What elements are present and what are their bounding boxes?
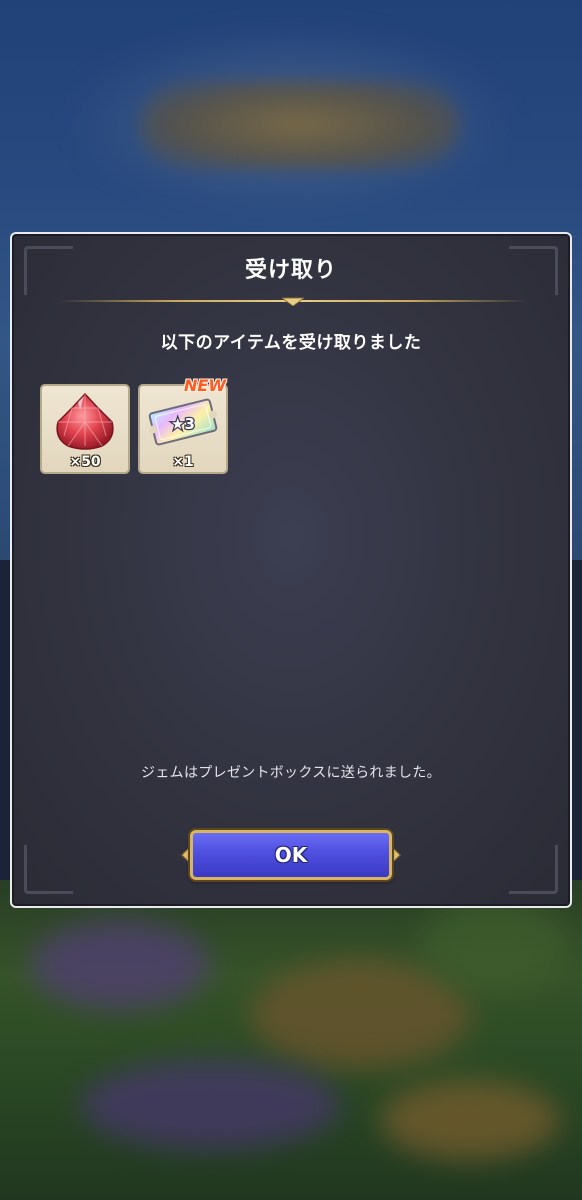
delivery-notice: ジェムはプレゼントボックスに送られました。: [141, 765, 441, 781]
item-quantity: ×50: [69, 454, 101, 470]
dialog-subtitle: 以下のアイテムを受け取りました: [160, 333, 422, 353]
star-ticket-icon: ★3: [148, 398, 218, 446]
corner-ornament: [509, 845, 558, 894]
divider-ornament-icon: [282, 297, 304, 306]
reward-item-list: ×50 ★3 NEW ×1: [40, 376, 228, 474]
reward-item-ticket[interactable]: ★3 NEW ×1: [138, 376, 228, 474]
gem-icon: [56, 392, 114, 450]
reward-dialog: 受け取り 以下のアイテムを受け取りました ×50 ★3 NEW ×1 ジェムはプ…: [10, 232, 572, 908]
ok-button[interactable]: OK: [181, 828, 401, 884]
ok-button-face[interactable]: OK: [190, 830, 392, 880]
title-divider: [58, 296, 528, 306]
dialog-title: 受け取り: [244, 258, 337, 283]
new-badge: NEW: [184, 376, 226, 395]
ticket-star-label: ★3: [171, 415, 195, 433]
ok-button-label: OK: [274, 843, 308, 867]
item-quantity: ×1: [172, 454, 194, 470]
reward-item-gem[interactable]: ×50: [40, 384, 130, 474]
corner-ornament: [24, 845, 73, 894]
